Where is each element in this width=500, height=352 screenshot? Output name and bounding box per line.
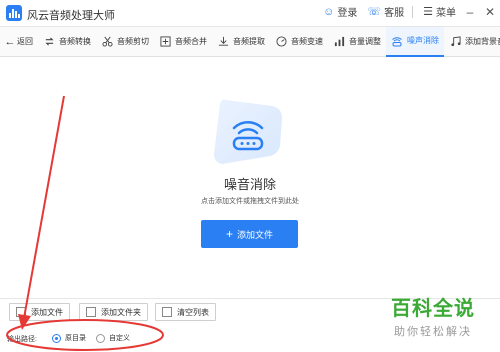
watermark: 百科全说 助你轻松解决 [374, 292, 492, 339]
scissors-icon [101, 36, 113, 48]
radio-original-directory[interactable]: 原目录 [52, 333, 86, 343]
minimize-button[interactable]: – [464, 5, 476, 19]
tab-noise-removal[interactable]: 噪声消除 [386, 26, 444, 57]
file-add-icon [16, 307, 26, 317]
app-title: 风云音频处理大师 [27, 10, 115, 22]
tab-audio-merge[interactable]: 音频合并 [154, 27, 212, 57]
tab-volume-adjust[interactable]: 音量调整 [328, 27, 386, 57]
drop-hint: 点击添加文件或拖拽文件到此处 [201, 198, 299, 205]
service-label: 客服 [384, 8, 405, 19]
tab-audio-extract[interactable]: 音频提取 [212, 27, 270, 57]
add-folder-label: 添加文件夹 [101, 307, 141, 317]
speed-icon [275, 36, 287, 48]
music-note-icon [449, 36, 461, 48]
menu-button[interactable]: ☰ 菜单 [423, 4, 456, 19]
title-bar-actions: ☺ 登录 ☏ 客服 ☰ 菜单 – ✕ [313, 4, 496, 20]
add-file-small-label: 添加文件 [31, 307, 63, 317]
title-bar: 风云音频处理大师 ☺ 登录 ☏ 客服 ☰ 菜单 – ✕ [0, 0, 500, 27]
tab-label: 音频变速 [291, 37, 323, 46]
menu-label: 菜单 [436, 8, 456, 19]
add-folder-button[interactable]: 添加文件夹 [79, 303, 148, 321]
tab-label: 音量调整 [349, 37, 381, 46]
noise-removal-hero-icon [214, 99, 282, 164]
tab-label: 音频提取 [233, 37, 265, 46]
arrow-left-icon: ← [4, 35, 16, 48]
tab-audio-cut[interactable]: 音频剪切 [96, 27, 154, 57]
radio-dot [96, 333, 105, 343]
tab-label: 音频剪切 [117, 37, 149, 46]
music-convert-icon [43, 36, 55, 48]
login-label: 登录 [337, 8, 358, 19]
add-file-button[interactable]: + 添加文件 [201, 220, 298, 248]
tab-audio-convert[interactable]: 音频转换 [38, 27, 96, 57]
menu-icon: ☰ [423, 6, 433, 18]
tab-label: 噪声消除 [407, 36, 439, 45]
tab-audio-speed[interactable]: 音频变速 [270, 27, 328, 57]
user-icon: ☺ [323, 5, 335, 18]
radio-dot [52, 333, 61, 343]
back-label: 返回 [17, 37, 33, 46]
divider [412, 5, 414, 18]
login-button[interactable]: ☺ 登录 [323, 4, 358, 20]
drop-zone[interactable]: 噪音消除 点击添加文件或拖拽文件到此处 + 添加文件 [0, 58, 500, 298]
close-button[interactable]: ✕ [484, 5, 496, 19]
headset-icon: ☏ [367, 6, 382, 18]
clear-list-label: 清空列表 [177, 307, 209, 317]
tab-label: 音频合并 [175, 37, 207, 46]
merge-icon [159, 36, 171, 48]
page-title: 噪音消除 [223, 177, 276, 192]
radio-label: 自定义 [109, 335, 130, 342]
radio-custom-directory[interactable]: 自定义 [96, 333, 130, 343]
volume-icon [333, 36, 345, 48]
tab-label: 音频转换 [59, 37, 91, 46]
service-button[interactable]: ☏ 客服 [367, 4, 404, 19]
add-file-label: 添加文件 [237, 229, 274, 240]
output-path-label: 输出路径: [7, 336, 37, 343]
tab-add-background-music[interactable]: 添加背景音乐 [444, 27, 500, 57]
back-button[interactable]: ← 返回 [0, 27, 38, 57]
function-toolbar: ← 返回 音频转换 音频剪切 音频合并 音频提取 音频变速 音量调整 噪声消除 … [0, 26, 500, 57]
add-file-small-button[interactable]: 添加文件 [9, 303, 70, 321]
trash-icon [162, 307, 172, 317]
watermark-main: 百科全说 [391, 298, 475, 320]
clear-list-button[interactable]: 清空列表 [155, 303, 216, 321]
folder-icon [86, 307, 96, 317]
plus-icon: + [225, 227, 233, 241]
app-logo-icon [6, 5, 22, 21]
watermark-sub: 助你轻松解决 [394, 326, 472, 338]
radio-label: 原目录 [65, 335, 86, 342]
tab-label: 添加背景音乐 [465, 37, 500, 46]
noise-icon [391, 35, 403, 47]
extract-icon [217, 36, 229, 48]
